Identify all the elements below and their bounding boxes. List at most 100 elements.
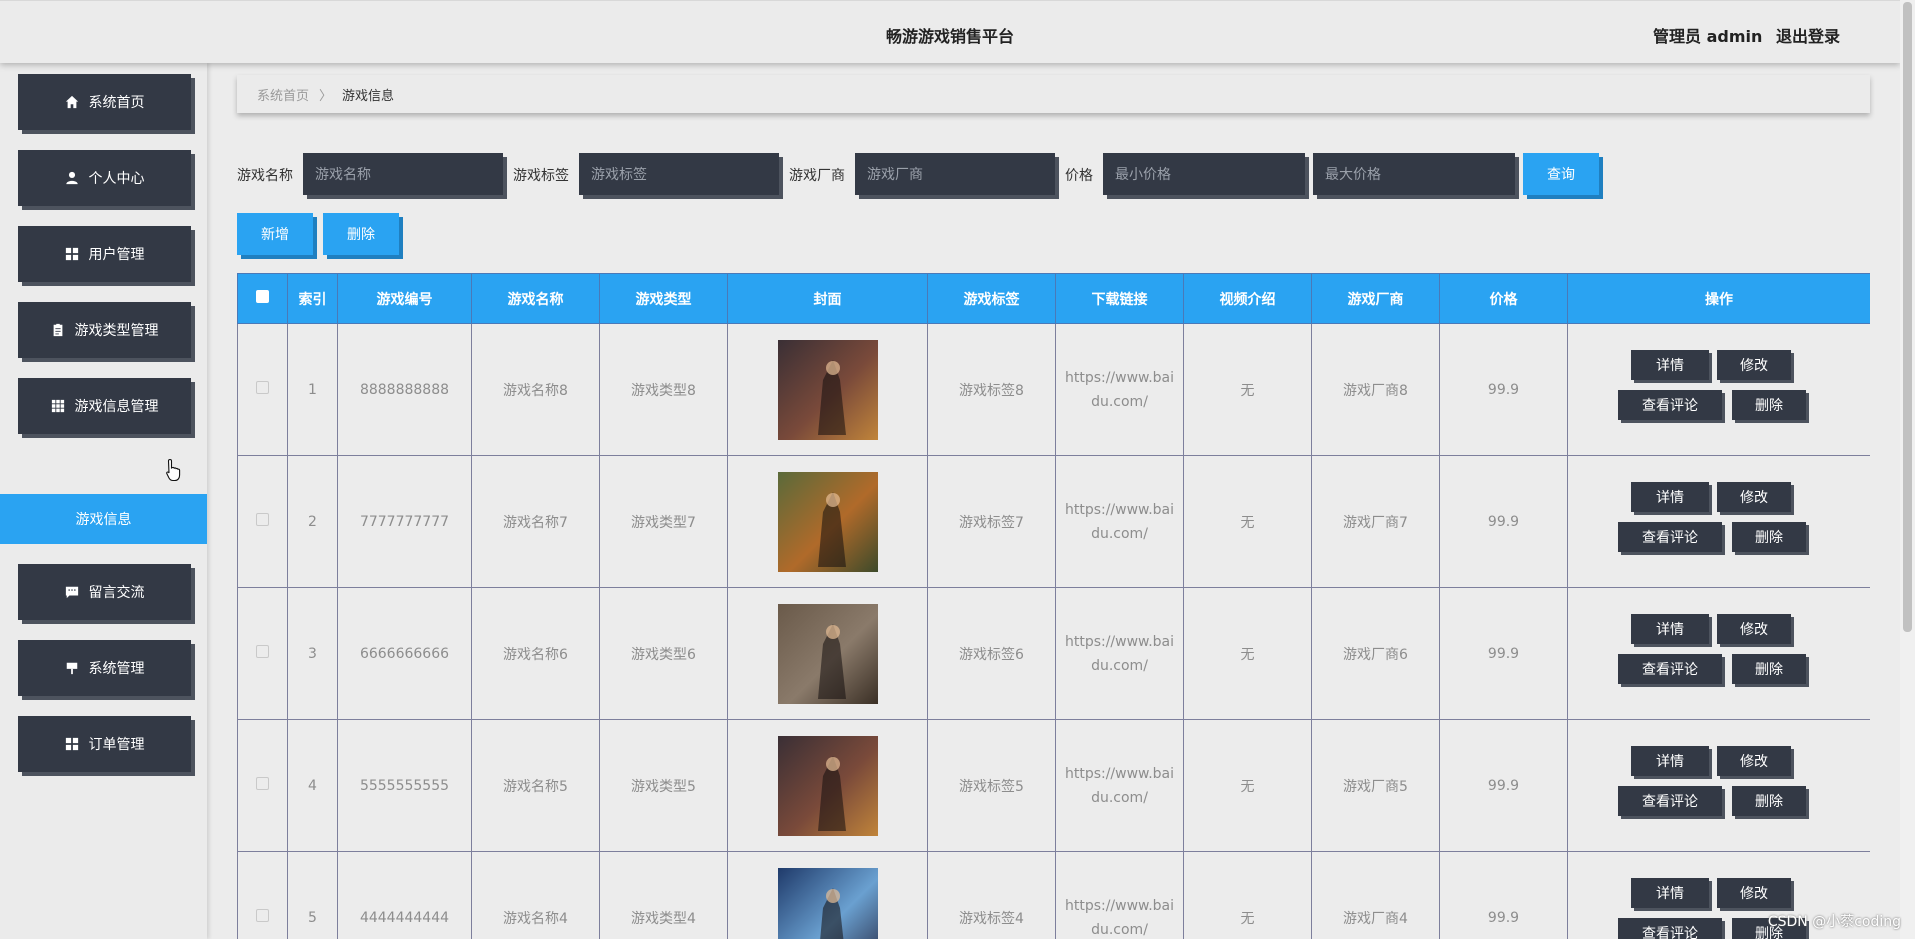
sidebar-item-label: 游戏类型管理 xyxy=(74,323,159,339)
sidebar-item-game-info[interactable]: 游戏信息管理 xyxy=(18,378,191,434)
cell-video: 无 xyxy=(1183,719,1312,852)
grid-icon xyxy=(65,247,78,261)
apps-icon xyxy=(51,399,64,413)
sidebar-item-orders[interactable]: 订单管理 xyxy=(18,716,191,772)
edit-button[interactable]: 修改 xyxy=(1717,746,1791,776)
cell-code: 7777777777 xyxy=(337,455,472,588)
select-all-cell xyxy=(237,273,288,324)
sidebar: 系统首页 个人中心 用户管理 游戏类型管理 游戏信息管理 游戏信息 留言交流 系… xyxy=(0,62,207,939)
breadcrumb-home[interactable]: 系统首页 xyxy=(257,85,309,104)
cell-video: 无 xyxy=(1183,455,1312,588)
add-button[interactable]: 新增 xyxy=(237,213,313,255)
home-icon xyxy=(65,95,78,109)
edit-button[interactable]: 修改 xyxy=(1717,878,1791,908)
user-label: 管理员 admin xyxy=(1653,27,1763,46)
delete-button[interactable]: 删除 xyxy=(1732,390,1806,420)
column-header: 操作 xyxy=(1567,273,1870,324)
sidebar-item-profile[interactable]: 个人中心 xyxy=(18,150,191,206)
view-comments-button[interactable]: 查看评论 xyxy=(1618,918,1722,939)
edit-button[interactable]: 修改 xyxy=(1717,482,1791,512)
column-header: 索引 xyxy=(287,273,338,324)
column-header: 封面 xyxy=(727,273,928,324)
view-comments-button[interactable]: 查看评论 xyxy=(1618,390,1722,420)
cover-image xyxy=(777,603,878,704)
logout-button[interactable]: 退出登录 xyxy=(1776,27,1840,46)
sidebar-item-label: 系统管理 xyxy=(88,661,145,677)
detail-button[interactable]: 详情 xyxy=(1631,614,1709,644)
cell-index: 4 xyxy=(287,719,338,852)
cell-link: https://www.baidu.com/ xyxy=(1055,323,1184,456)
cell-link: https://www.baidu.com/ xyxy=(1055,851,1184,939)
delete-button[interactable]: 删除 xyxy=(1732,654,1806,684)
column-header: 价格 xyxy=(1439,273,1568,324)
vendor-search-input[interactable]: 游戏厂商 xyxy=(855,153,1055,195)
row-checkbox[interactable] xyxy=(256,381,269,394)
cell-price: 99.9 xyxy=(1439,587,1568,720)
delete-button[interactable]: 删除 xyxy=(1732,786,1806,816)
cell-price: 99.9 xyxy=(1439,851,1568,939)
delete-button[interactable]: 删除 xyxy=(1732,522,1806,552)
cell-cover xyxy=(727,719,928,852)
min-price-input[interactable]: 最小价格 xyxy=(1103,153,1305,195)
select-all-checkbox[interactable] xyxy=(256,290,269,303)
cell-ops: 详情 修改查看评论 删除 xyxy=(1567,719,1870,852)
tag-search-label: 游戏标签 xyxy=(513,168,569,184)
sidebar-item-home[interactable]: 系统首页 xyxy=(18,74,191,130)
cell-index: 1 xyxy=(287,323,338,456)
view-comments-button[interactable]: 查看评论 xyxy=(1618,654,1722,684)
cell-ops: 详情 修改查看评论 删除 xyxy=(1567,323,1870,456)
column-header: 游戏名称 xyxy=(471,273,600,324)
row-checkbox[interactable] xyxy=(256,513,269,526)
query-button[interactable]: 查询 xyxy=(1523,153,1599,195)
tag-search-input[interactable]: 游戏标签 xyxy=(579,153,779,195)
cell-video: 无 xyxy=(1183,323,1312,456)
sidebar-item-label: 个人中心 xyxy=(88,171,145,187)
sidebar-item-game-types[interactable]: 游戏类型管理 xyxy=(18,302,191,358)
price-search-label: 价格 xyxy=(1065,168,1093,184)
download-link[interactable]: https://www.baidu.com/ xyxy=(1056,366,1183,414)
sidebar-item-system[interactable]: 系统管理 xyxy=(18,640,191,696)
row-checkbox[interactable] xyxy=(256,645,269,658)
sidebar-item-messages[interactable]: 留言交流 xyxy=(18,564,191,620)
sidebar-item-label: 系统首页 xyxy=(88,95,145,111)
cell-vendor: 游戏厂商4 xyxy=(1311,851,1440,939)
cell-type: 游戏类型5 xyxy=(599,719,728,852)
detail-button[interactable]: 详情 xyxy=(1631,350,1709,380)
table-row: 1 8888888888 游戏名称8 游戏类型8 游戏标签8 https://www.ba… xyxy=(237,323,1870,456)
cell-index: 3 xyxy=(287,587,338,720)
download-link[interactable]: https://www.baidu.com/ xyxy=(1056,630,1183,678)
cell-tag: 游戏标签5 xyxy=(927,719,1056,852)
table-row: 2 7777777777 游戏名称7 游戏类型7 游戏标签7 https://www.ba… xyxy=(237,455,1870,588)
name-search-input[interactable]: 游戏名称 xyxy=(303,153,503,195)
cell-cover xyxy=(727,323,928,456)
sidebar-subitem-game-info[interactable]: 游戏信息 xyxy=(0,494,207,544)
detail-button[interactable]: 详情 xyxy=(1631,482,1709,512)
row-select-cell xyxy=(237,851,288,939)
row-checkbox[interactable] xyxy=(256,777,269,790)
clipboard-icon xyxy=(53,323,62,337)
cell-name: 游戏名称7 xyxy=(471,455,600,588)
view-comments-button[interactable]: 查看评论 xyxy=(1618,786,1722,816)
cover-image xyxy=(777,735,878,836)
cell-type: 游戏类型7 xyxy=(599,455,728,588)
download-link[interactable]: https://www.baidu.com/ xyxy=(1056,498,1183,546)
scrollbar-thumb[interactable] xyxy=(1903,2,1912,632)
edit-button[interactable]: 修改 xyxy=(1717,350,1791,380)
detail-button[interactable]: 详情 xyxy=(1631,746,1709,776)
cell-vendor: 游戏厂商6 xyxy=(1311,587,1440,720)
top-bar: 畅游游戏销售平台 管理员 admin 退出登录 xyxy=(0,0,1900,63)
cell-video: 无 xyxy=(1183,587,1312,720)
row-checkbox[interactable] xyxy=(256,909,269,922)
chat-icon xyxy=(65,586,78,599)
max-price-input[interactable]: 最大价格 xyxy=(1313,153,1515,195)
view-comments-button[interactable]: 查看评论 xyxy=(1618,522,1722,552)
cell-price: 99.9 xyxy=(1439,719,1568,852)
cell-vendor: 游戏厂商5 xyxy=(1311,719,1440,852)
edit-button[interactable]: 修改 xyxy=(1717,614,1791,644)
detail-button[interactable]: 详情 xyxy=(1631,878,1709,908)
row-select-cell xyxy=(237,719,288,852)
download-link[interactable]: https://www.baidu.com/ xyxy=(1056,762,1183,810)
download-link[interactable]: https://www.baidu.com/ xyxy=(1056,894,1183,939)
sidebar-item-users[interactable]: 用户管理 xyxy=(18,226,191,282)
batch-delete-button[interactable]: 删除 xyxy=(323,213,399,255)
